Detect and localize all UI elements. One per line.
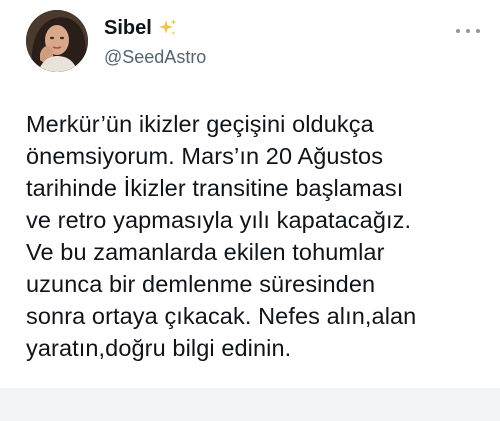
author-name-row[interactable]: Sibel <box>104 17 178 39</box>
display-name[interactable]: Sibel <box>104 17 152 39</box>
user-handle[interactable]: @SeedAstro <box>104 46 206 68</box>
footer-strip <box>0 388 500 421</box>
sparkles-emoji <box>158 18 178 38</box>
tweet-card: Sibel @SeedAstro Merkür’ün ikizler geçiş… <box>0 0 500 388</box>
avatar[interactable] <box>26 10 88 72</box>
more-horizontal-icon[interactable] <box>453 24 483 36</box>
tweet-text: Merkür’ün ikizler geçişini oldukça önems… <box>26 111 417 361</box>
profile-photo <box>26 10 88 72</box>
